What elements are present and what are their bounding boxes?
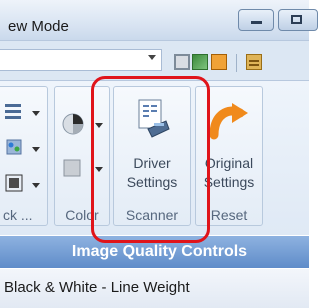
- list-icon: [5, 104, 21, 119]
- minimize-icon: [251, 21, 262, 24]
- chevron-down-icon[interactable]: [32, 147, 40, 152]
- maximize-icon: [291, 15, 302, 24]
- ribbon-group-left: ck ...: [0, 86, 48, 226]
- list-icon-button[interactable]: [3, 102, 29, 127]
- gray-swatch-icon: [63, 159, 81, 177]
- title-bar: ew Mode: [0, 0, 318, 41]
- palette-icon: [6, 139, 22, 155]
- minimize-button[interactable]: [238, 9, 274, 31]
- gray-swatch-button[interactable]: [61, 157, 87, 184]
- color-wheel-icon: [62, 113, 84, 135]
- scan-icon[interactable]: [174, 54, 190, 70]
- setting-label: Black & White - Line Weight: [4, 279, 190, 296]
- window-title: ew Mode: [8, 18, 69, 35]
- path-field[interactable]: [0, 49, 162, 71]
- chevron-down-icon[interactable]: [32, 183, 40, 188]
- chevron-down-icon[interactable]: [148, 55, 156, 60]
- film-icon[interactable]: [211, 54, 227, 70]
- frame-icon-button[interactable]: [3, 173, 29, 200]
- toolbar-row: [0, 41, 309, 81]
- undo-arrow-icon: [206, 101, 250, 148]
- chevron-down-icon[interactable]: [32, 111, 40, 116]
- palette-icon-button[interactable]: [3, 137, 29, 164]
- toolbar-separator: [236, 54, 237, 72]
- image-icon[interactable]: [192, 54, 208, 70]
- setting-row: Black & White - Line Weight: [0, 269, 309, 308]
- color-wheel-button[interactable]: [61, 112, 87, 143]
- frame-icon: [5, 174, 23, 192]
- maximize-button[interactable]: [278, 9, 318, 31]
- group-label-left: ck ...: [3, 207, 33, 223]
- settings-strip-icon[interactable]: [246, 54, 262, 70]
- highlight-outline: [91, 76, 210, 243]
